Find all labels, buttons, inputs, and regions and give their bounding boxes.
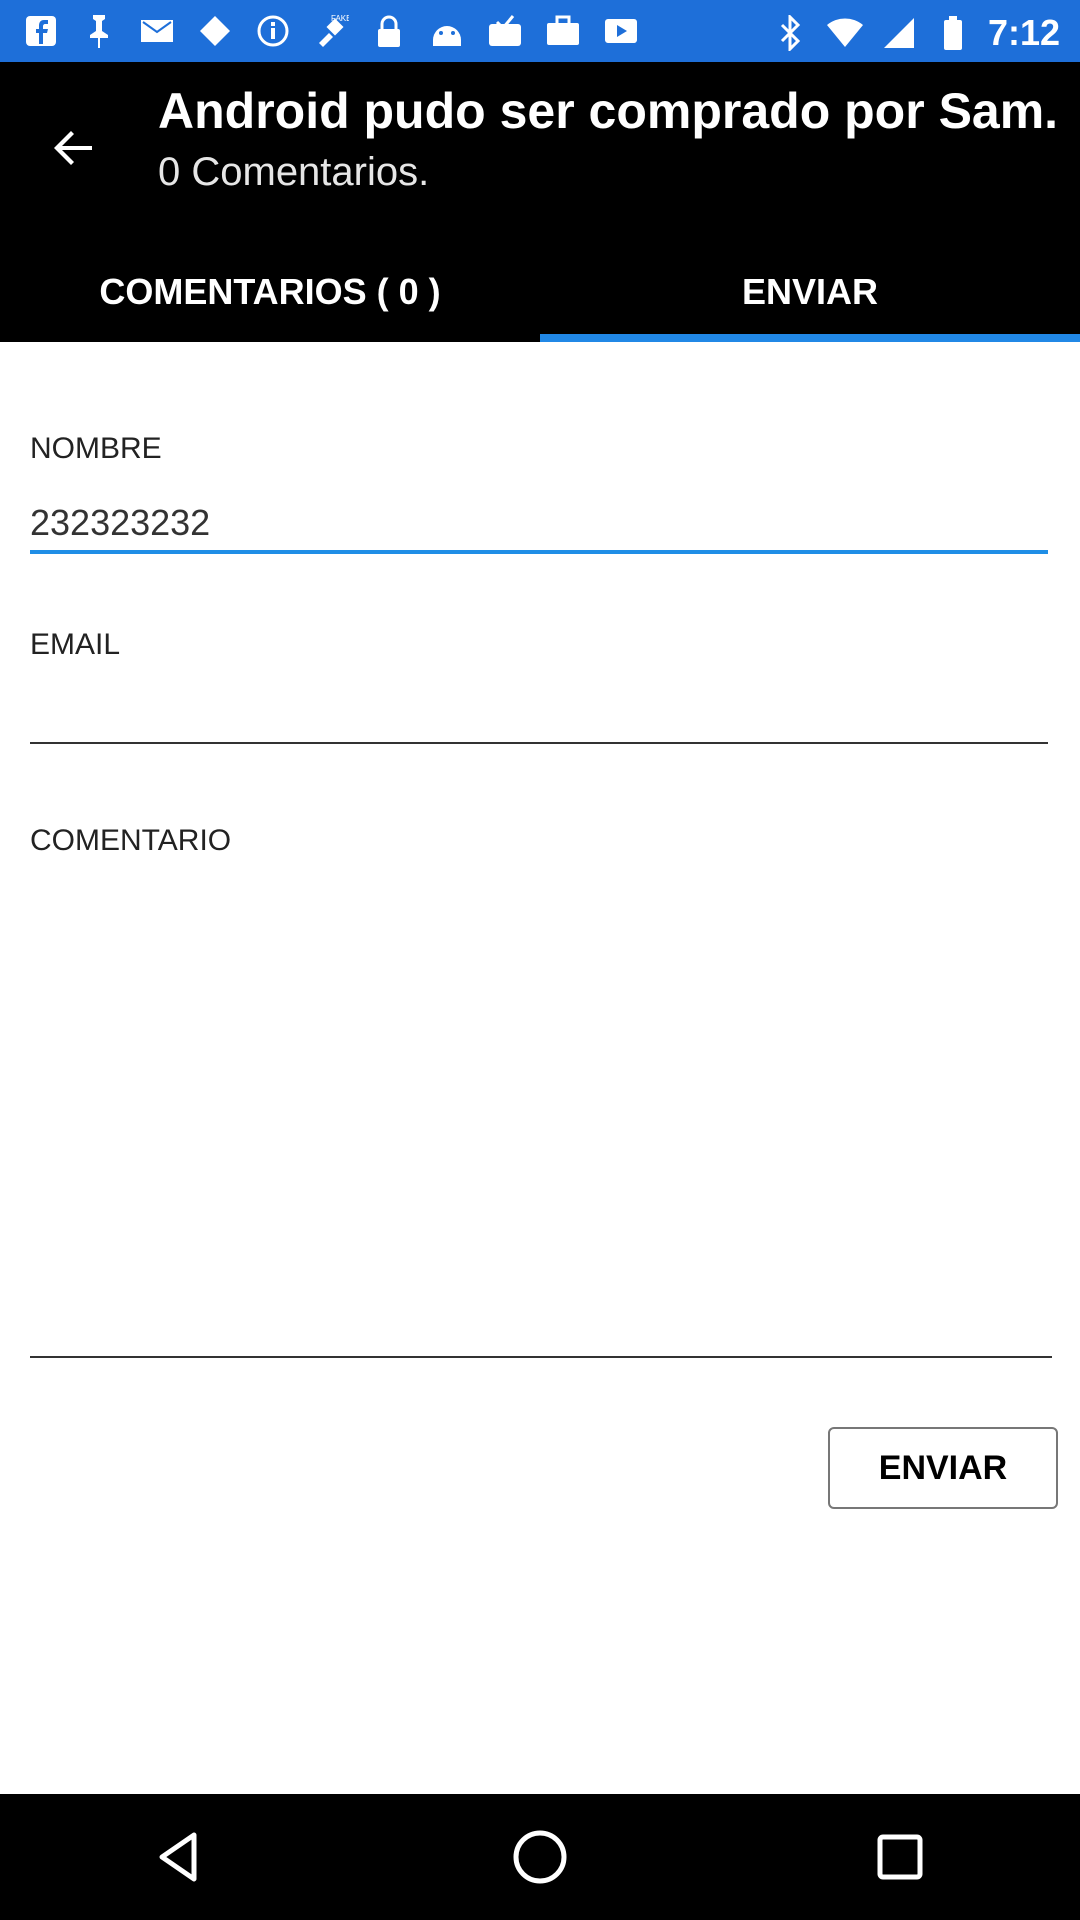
triangle-back-icon bbox=[159, 1832, 197, 1882]
status-bar: FAKE 7:12 bbox=[0, 0, 1080, 62]
video-icon bbox=[602, 12, 640, 50]
app-bar: Android pudo ser comprado por Sam... 0 C… bbox=[0, 62, 1080, 342]
wifi-icon bbox=[826, 14, 864, 52]
svg-text:FAKE: FAKE bbox=[331, 14, 349, 23]
comment-textarea[interactable] bbox=[30, 912, 1052, 1358]
inbox-icon bbox=[486, 12, 524, 50]
tab-bar: COMENTARIOS ( 0 ) ENVIAR bbox=[0, 242, 1080, 342]
nav-recents-button[interactable] bbox=[855, 1812, 945, 1902]
tab-indicator bbox=[540, 334, 1080, 342]
signal-icon bbox=[880, 14, 918, 52]
info-icon bbox=[254, 12, 292, 50]
back-arrow-icon bbox=[54, 131, 92, 165]
name-label: NOMBRE bbox=[30, 432, 162, 465]
battery-icon bbox=[934, 14, 972, 52]
diamond-icon bbox=[196, 12, 234, 50]
bluetooth-icon bbox=[772, 14, 810, 52]
mail-icon bbox=[138, 12, 176, 50]
navigation-bar bbox=[0, 1794, 1080, 1920]
status-time: 7:12 bbox=[987, 12, 1060, 53]
circle-home-icon bbox=[513, 1830, 567, 1884]
comment-count-subtitle: 0 Comentarios. bbox=[158, 150, 430, 194]
comment-label: COMENTARIO bbox=[30, 824, 232, 857]
fake-gps-icon: FAKE bbox=[312, 12, 350, 50]
facebook-icon bbox=[22, 12, 60, 50]
android-icon bbox=[428, 12, 466, 50]
send-button[interactable]: ENVIAR bbox=[828, 1427, 1058, 1509]
back-button[interactable] bbox=[38, 112, 110, 184]
email-input[interactable] bbox=[30, 688, 1048, 744]
briefcase-icon bbox=[544, 12, 582, 50]
name-input[interactable] bbox=[30, 496, 1048, 554]
page-title: Android pudo ser comprado por Sam... bbox=[158, 83, 1058, 139]
email-label: EMAIL bbox=[30, 628, 121, 661]
status-icons-right: 7:12 bbox=[772, 12, 1060, 54]
status-icons-left: FAKE bbox=[22, 12, 640, 50]
tab-enviar[interactable]: ENVIAR bbox=[540, 242, 1080, 342]
tab-comentarios[interactable]: COMENTARIOS ( 0 ) bbox=[0, 242, 540, 342]
nav-back-button[interactable] bbox=[135, 1812, 225, 1902]
square-recents-icon bbox=[877, 1834, 923, 1880]
nav-home-button[interactable] bbox=[495, 1812, 585, 1902]
lock-icon bbox=[370, 12, 408, 50]
pin-icon bbox=[80, 12, 118, 50]
